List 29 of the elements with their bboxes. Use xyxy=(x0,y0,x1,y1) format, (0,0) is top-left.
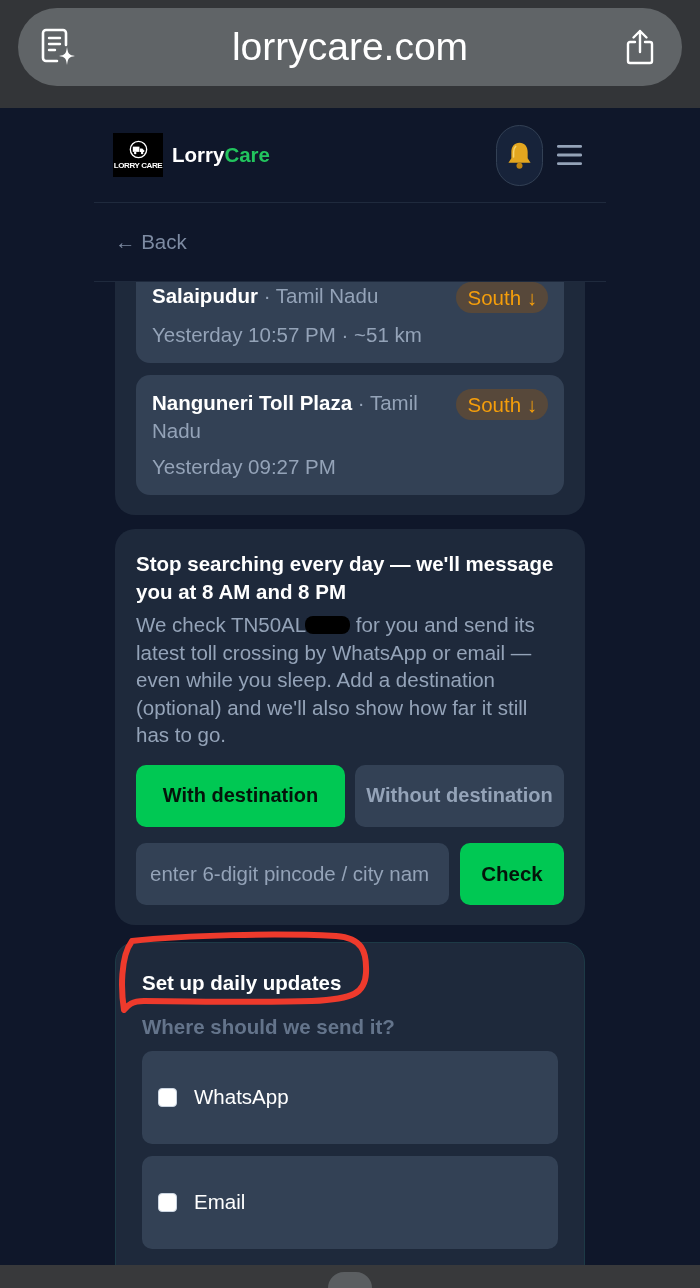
destination-input[interactable]: enter 6-digit pincode / city nam xyxy=(136,842,449,905)
brand-name[interactable]: LorryCare xyxy=(172,143,270,167)
channel-option[interactable]: Email xyxy=(142,1155,558,1249)
time-text: Yesterday 10:57 PM · ~51 km xyxy=(152,322,423,348)
menu-icon xyxy=(557,145,582,165)
back-link[interactable]: ← Back xyxy=(115,230,187,254)
check-button[interactable]: Check xyxy=(460,842,564,905)
bell-icon xyxy=(508,141,531,169)
menu-button[interactable] xyxy=(557,145,582,165)
mode-button[interactable]: With destination xyxy=(136,764,345,827)
address-bar[interactable]: lorrycare.com xyxy=(18,8,682,86)
mode-button[interactable]: Without destination xyxy=(355,764,564,827)
direction-badge: South ↓ xyxy=(456,389,548,420)
updates-prompt: Where should we send it? xyxy=(142,1013,396,1040)
direction-badge: South ↓ xyxy=(456,282,548,313)
subscribe-title: Stop searching every day — we'll message you at 8 AM and 8 PM xyxy=(136,551,555,605)
location-text: Salaipudur · Tamil Nadu xyxy=(152,283,380,309)
truck-icon xyxy=(128,140,148,159)
time-text: Yesterday 09:27 PM xyxy=(152,454,337,480)
channel-option[interactable]: WhatsApp xyxy=(142,1050,558,1144)
notifications-button[interactable] xyxy=(496,124,543,186)
description-text: We check TN50AL for you and send its latest toll crossing by WhatsApp or email — even while you sleep. Add a destination (optional) and we'll also show how far it still has to go. xyxy=(136,612,536,748)
location-text: Nanguneri Toll Plaza · Tamil Nadu xyxy=(152,390,419,444)
updates-title: Set up daily updates xyxy=(142,969,343,996)
checkbox[interactable] xyxy=(158,1192,177,1212)
url-text: lorrycare.com xyxy=(230,24,470,70)
share-icon[interactable] xyxy=(624,29,656,65)
checkbox[interactable] xyxy=(158,1087,177,1107)
logo-text: LORRY CARE xyxy=(113,161,163,170)
